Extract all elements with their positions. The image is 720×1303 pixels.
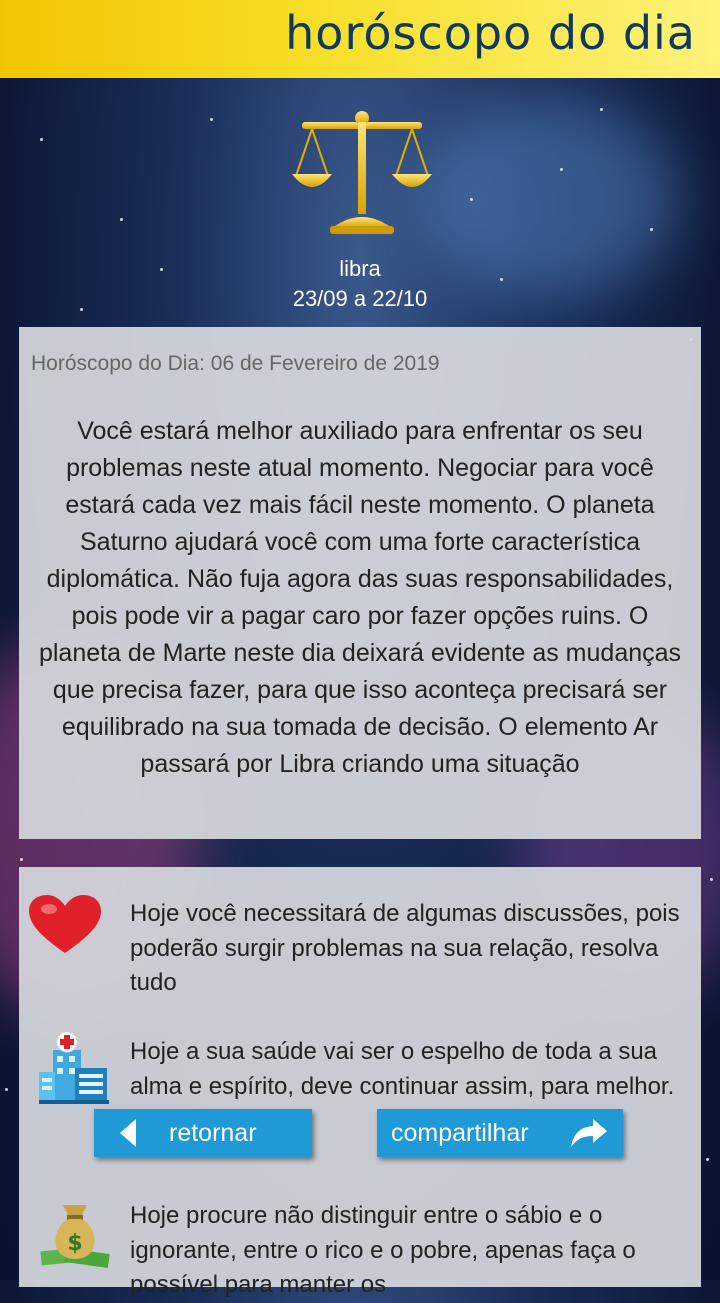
- money-text: Hoje procure não distinguir entre o sábi…: [130, 1202, 636, 1298]
- heart-icon: [29, 895, 101, 953]
- svg-text:$: $: [67, 1231, 82, 1256]
- share-button-label: compartilhar: [391, 1119, 529, 1147]
- love-text: Hoje você necessitará de algumas discuss…: [130, 900, 680, 996]
- daily-reading-card: Horóscopo do Dia: 06 de Fevereiro de 201…: [19, 327, 701, 839]
- back-button[interactable]: retornar: [94, 1109, 312, 1157]
- sign-dates: 23/09 a 22/10: [292, 286, 428, 311]
- share-arrow-icon: [571, 1119, 607, 1147]
- app-header: horóscopo do dia: [0, 0, 720, 78]
- back-arrow-icon: [120, 1119, 136, 1147]
- back-button-label: retornar: [169, 1119, 257, 1147]
- app-title: horóscopo do dia: [285, 6, 696, 60]
- sign-name: libra: [339, 256, 381, 281]
- categories-card: Hoje você necessitará de algumas discuss…: [19, 867, 701, 1298]
- reading-date: Horóscopo do Dia: 06 de Fevereiro de 201…: [31, 352, 440, 375]
- hospital-icon: [39, 1032, 109, 1104]
- money-bag-icon: $: [40, 1205, 110, 1268]
- reading-text: Você estará melhor auxiliado para enfren…: [38, 417, 682, 778]
- health-text: Hoje a sua saúde vai ser o espelho de to…: [130, 1038, 675, 1100]
- libra-scales-icon: [292, 111, 432, 234]
- share-button[interactable]: compartilhar: [377, 1109, 623, 1157]
